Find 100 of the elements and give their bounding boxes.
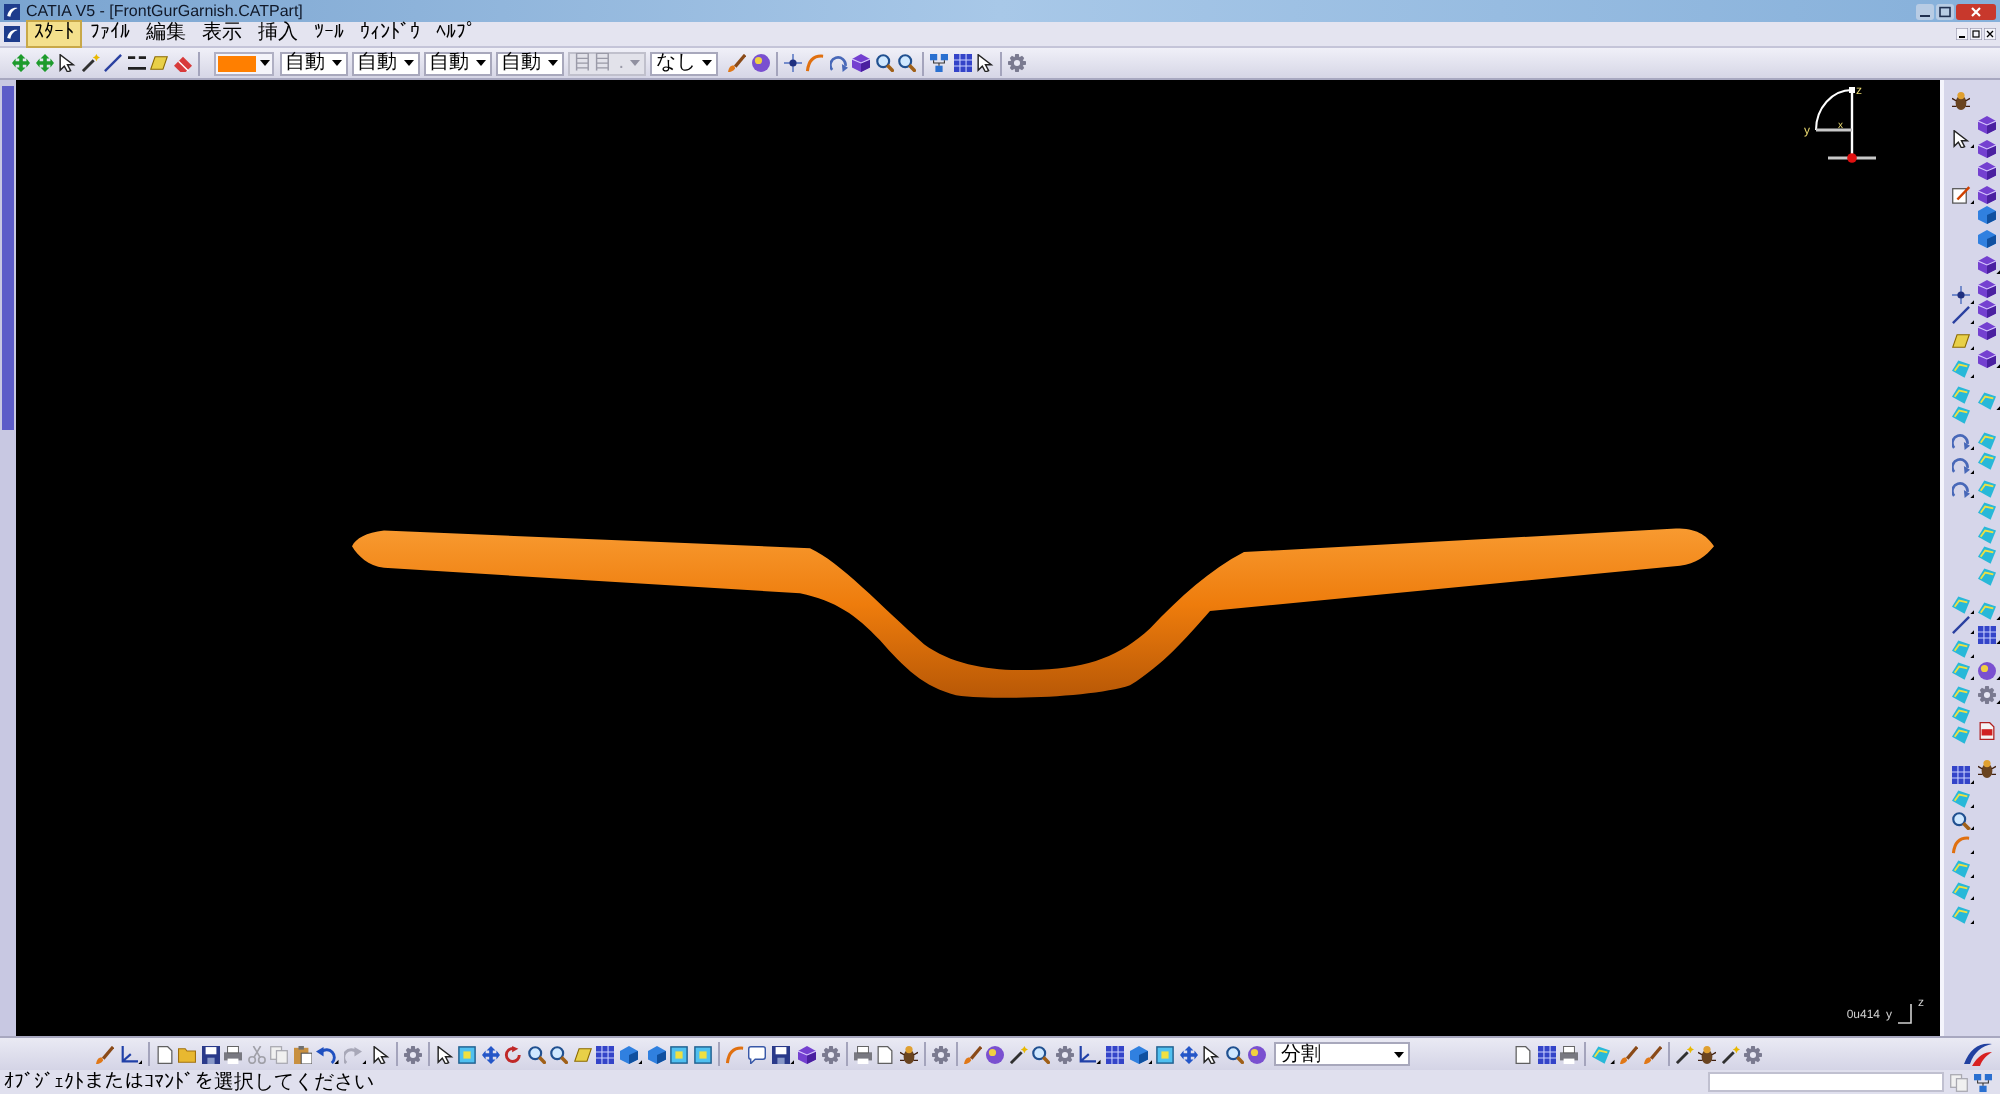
dropdown[interactable]: 分割 xyxy=(1274,1042,1411,1066)
view-cube-icon[interactable] xyxy=(1978,206,1997,224)
print-icon[interactable] xyxy=(1560,1045,1579,1063)
menu-item[interactable]: 挿入 xyxy=(250,20,306,48)
pan-arrows-icon[interactable] xyxy=(481,1045,500,1063)
magnifier-icon[interactable] xyxy=(875,54,894,72)
document-icon[interactable] xyxy=(876,1045,895,1063)
speech-bubble-icon[interactable] xyxy=(748,1045,766,1063)
dropdown[interactable]: 自動 xyxy=(279,51,347,75)
cube-icon[interactable] xyxy=(1978,186,1997,204)
grid-icon[interactable] xyxy=(1106,1045,1124,1063)
menu-item[interactable]: 編集 xyxy=(138,20,194,48)
bug-icon[interactable] xyxy=(1952,92,1970,110)
line-icon[interactable] xyxy=(104,54,122,72)
document-icon[interactable] xyxy=(155,1045,174,1063)
bug-icon[interactable] xyxy=(1698,1045,1716,1063)
wand-icon[interactable] xyxy=(1721,1045,1739,1063)
cube-icon[interactable] xyxy=(852,54,871,72)
brush-icon[interactable] xyxy=(1620,1045,1638,1063)
save-icon[interactable] xyxy=(771,1045,794,1063)
save-icon[interactable] xyxy=(201,1045,220,1063)
pointer-icon[interactable] xyxy=(371,1045,390,1063)
menu-item[interactable]: ｳｨﾝﾄﾞｳ xyxy=(352,20,428,48)
network-icon[interactable] xyxy=(930,54,949,72)
view-cube-icon[interactable] xyxy=(1978,230,1997,248)
sphere-icon[interactable] xyxy=(1248,1045,1267,1063)
close-button[interactable] xyxy=(1984,28,1996,40)
grid-icon[interactable] xyxy=(1978,626,2000,644)
menu-item[interactable]: ｽﾀｰﾄ xyxy=(26,20,82,48)
sketch-icon[interactable] xyxy=(1952,186,1975,204)
brush-icon[interactable] xyxy=(728,54,747,72)
magnifier-icon[interactable] xyxy=(550,1045,569,1063)
pointer-icon[interactable] xyxy=(435,1045,454,1063)
scrollbar[interactable] xyxy=(0,80,16,1036)
paste-icon[interactable] xyxy=(293,1045,312,1063)
menu-item[interactable]: ﾌｧｲﾙ xyxy=(82,20,138,48)
eraser-icon[interactable] xyxy=(173,54,191,72)
grid-icon[interactable] xyxy=(953,54,972,72)
plane-icon[interactable] xyxy=(1952,332,1975,350)
cube-icon[interactable] xyxy=(1978,350,2000,368)
print-icon[interactable] xyxy=(224,1045,243,1063)
undo-icon[interactable] xyxy=(316,1045,339,1063)
line-icon[interactable] xyxy=(1952,306,1975,324)
magnifier-icon[interactable] xyxy=(1225,1045,1244,1063)
cube-icon[interactable] xyxy=(1978,280,1997,298)
rotate-icon[interactable] xyxy=(504,1045,523,1063)
move-arrows-icon[interactable] xyxy=(12,54,30,72)
compass-drawing[interactable] xyxy=(1815,87,1876,163)
fill-color-picker[interactable] xyxy=(213,51,273,75)
gear-icon[interactable] xyxy=(1008,54,1027,72)
cube-icon[interactable] xyxy=(1978,162,1997,180)
wand-icon[interactable] xyxy=(1675,1045,1693,1063)
view-cube-icon[interactable] xyxy=(1129,1045,1152,1063)
gear-icon[interactable] xyxy=(403,1045,422,1063)
minimize-button[interactable] xyxy=(1916,3,1934,19)
arc-icon[interactable] xyxy=(829,54,848,72)
pan-arrows-icon[interactable] xyxy=(1179,1045,1198,1063)
cube-icon[interactable] xyxy=(798,1045,817,1063)
axis-icon[interactable] xyxy=(119,1045,142,1063)
fit-all-icon[interactable] xyxy=(458,1045,477,1063)
pointer-icon[interactable] xyxy=(976,54,995,72)
print-icon[interactable] xyxy=(853,1045,872,1063)
scrollbar-thumb[interactable] xyxy=(2,86,14,430)
plane-icon[interactable] xyxy=(573,1045,592,1063)
maximize-button[interactable] xyxy=(1936,3,1954,19)
dropdown[interactable]: 自動 xyxy=(495,51,563,75)
menu-item[interactable]: 表示 xyxy=(194,20,250,48)
gear-icon[interactable] xyxy=(931,1045,950,1063)
cube-icon[interactable] xyxy=(1978,300,1997,318)
grid-icon[interactable] xyxy=(1952,766,1975,784)
magnifier-icon[interactable] xyxy=(1952,812,1975,830)
menu-item[interactable]: ﾂｰﾙ xyxy=(306,20,352,48)
pointer-icon[interactable] xyxy=(1952,130,1975,148)
wand-icon[interactable] xyxy=(81,54,99,72)
plane-icon[interactable] xyxy=(150,54,168,72)
minimize-button[interactable] xyxy=(1956,28,1968,40)
document-icon[interactable] xyxy=(1514,1045,1533,1063)
brush-icon[interactable] xyxy=(96,1045,114,1063)
arc-icon[interactable] xyxy=(1952,432,1975,450)
line-icon[interactable] xyxy=(1952,616,1975,634)
bug-icon[interactable] xyxy=(1978,760,1997,778)
pointer-icon[interactable] xyxy=(58,54,76,72)
view-cube-icon[interactable] xyxy=(619,1045,642,1063)
axis-icon[interactable] xyxy=(1078,1045,1101,1063)
dropdown[interactable]: 自動 xyxy=(351,51,419,75)
sphere-icon[interactable] xyxy=(986,1045,1005,1063)
dashed-line-icon[interactable] xyxy=(127,54,145,72)
gear-icon[interactable] xyxy=(1055,1045,1074,1063)
cube-icon[interactable] xyxy=(1978,322,1997,340)
menu-item[interactable]: ﾍﾙﾌﾟ xyxy=(428,20,484,48)
brush-icon[interactable] xyxy=(1643,1045,1661,1063)
dropdown[interactable]: 自動 xyxy=(423,51,491,75)
wand-icon[interactable] xyxy=(1009,1045,1028,1063)
bug-icon[interactable] xyxy=(899,1045,918,1063)
point-icon[interactable] xyxy=(1952,286,1975,304)
arc-icon[interactable] xyxy=(1952,456,1975,474)
grid-icon[interactable] xyxy=(596,1045,615,1063)
document-icon[interactable] xyxy=(1978,722,1997,740)
fit-all-icon[interactable] xyxy=(1156,1045,1175,1063)
sphere-icon[interactable] xyxy=(751,54,770,72)
